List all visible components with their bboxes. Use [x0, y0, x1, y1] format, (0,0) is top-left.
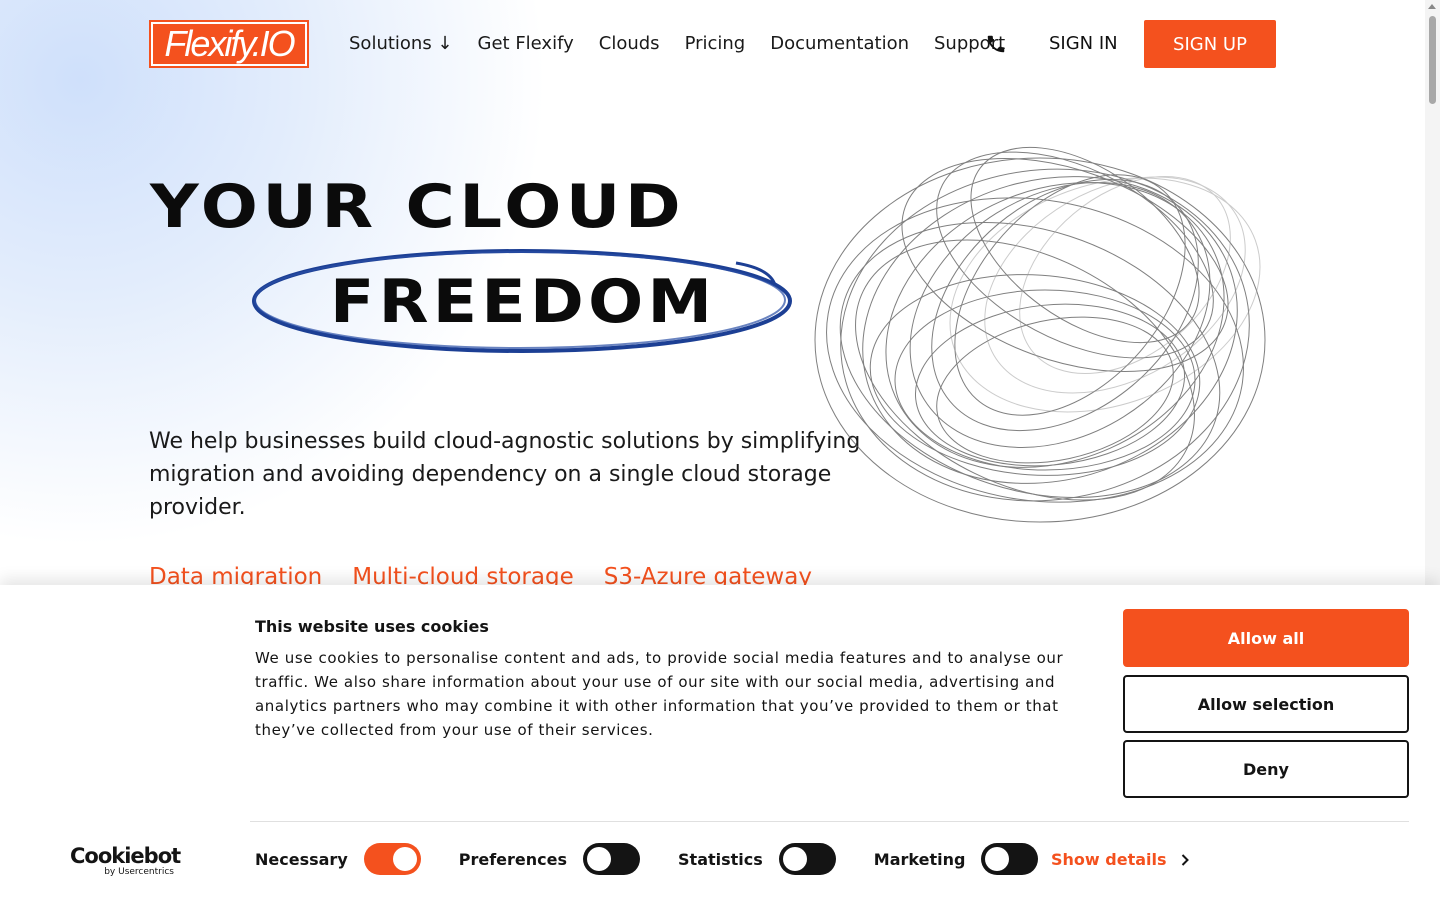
nav-item-documentation[interactable]: Documentation [770, 30, 909, 58]
cookie-banner: This website uses cookies We use cookies… [0, 585, 1440, 900]
toggle-knob [587, 847, 612, 871]
deny-button[interactable]: Deny [1123, 740, 1409, 798]
necessary-toggle[interactable] [363, 843, 421, 875]
hero-description: We help businesses build cloud-agnostic … [149, 429, 861, 520]
toggle-knob [392, 847, 417, 871]
show-details-label: Show details [1051, 850, 1167, 869]
toggle-group-preferences: Preferences [458, 843, 641, 875]
nav-item-get-flexify[interactable]: Get Flexify [478, 30, 574, 58]
cookie-banner-text: We use cookies to personalise content an… [255, 649, 1064, 739]
chevron-right-icon [1181, 853, 1189, 866]
toggle-label-preferences: Preferences [458, 849, 568, 869]
cookiebot-logo-text: Cookiebot [70, 844, 181, 868]
toggle-label-necessary: Necessary [255, 849, 348, 869]
nav-item-solutions[interactable]: Solutions ↓ [349, 30, 453, 58]
allow-all-button[interactable]: Allow all [1123, 609, 1409, 667]
toggle-group-necessary: Necessary [255, 843, 421, 875]
scroll-up-icon[interactable] [1428, 4, 1436, 9]
preferences-toggle[interactable] [583, 843, 641, 875]
toggle-label-marketing: Marketing [873, 849, 966, 869]
hero-title-line2: FREEDOM [330, 267, 717, 337]
allow-selection-button[interactable]: Allow selection [1123, 675, 1409, 733]
toggle-knob [782, 847, 807, 871]
toggle-group-statistics: Statistics [678, 843, 836, 875]
statistics-toggle[interactable] [778, 843, 836, 875]
cookiebot-logo[interactable]: Cookiebot by Usercentrics [70, 844, 181, 879]
wireframe-torus-illustration [814, 146, 1266, 523]
hero-title-line2-wrap: FREEDOM [250, 245, 795, 357]
flexify-logo[interactable]: Flexify.IO [149, 20, 309, 68]
nav-item-clouds[interactable]: Clouds [599, 30, 660, 58]
sign-up-button[interactable]: SIGN UP [1144, 20, 1276, 68]
show-details-link[interactable]: Show details [1051, 850, 1189, 869]
phone-icon[interactable] [985, 33, 1007, 55]
nav-item-pricing[interactable]: Pricing [685, 30, 746, 58]
cookie-divider [250, 821, 1409, 822]
cookiebot-logo-subtext: by Usercentrics [104, 867, 174, 877]
toggle-label-statistics: Statistics [678, 849, 763, 869]
cookie-toggles: Necessary Preferences Statistics Marketi… [255, 843, 1076, 875]
marketing-toggle[interactable] [981, 843, 1039, 875]
main-nav: Solutions ↓ Get Flexify Clouds Pricing D… [349, 30, 1005, 58]
sign-in-link[interactable]: SIGN IN [1049, 30, 1118, 58]
scrollbar-thumb[interactable] [1429, 16, 1436, 104]
logo-text: Flexify.IO [164, 23, 295, 64]
hero-title-line1: YOUR CLOUD [150, 172, 686, 242]
cookie-banner-title: This website uses cookies [255, 617, 489, 636]
toggle-knob [985, 847, 1010, 871]
toggle-group-marketing: Marketing [874, 843, 1039, 875]
